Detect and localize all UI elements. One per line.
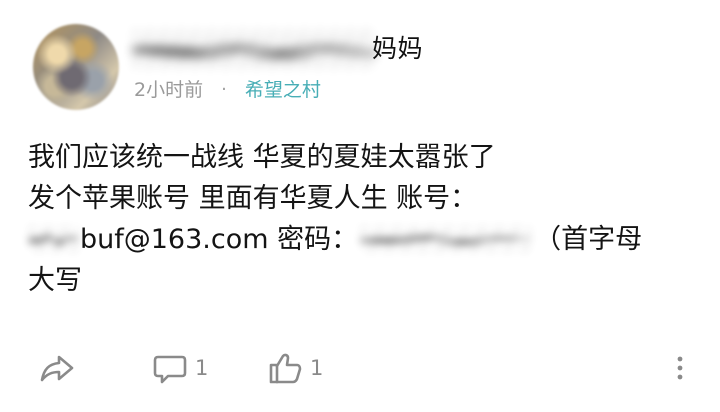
more-vertical-icon xyxy=(676,354,684,382)
share-icon xyxy=(39,352,75,384)
comment-icon xyxy=(153,352,187,384)
account-email-suffix: buf@163.com xyxy=(80,224,269,255)
meta-separator: · xyxy=(221,79,227,100)
like-count: 1 xyxy=(310,356,324,380)
post-content: 我们应该统一战线 华夏的夏娃太嚣张了 发个苹果账号 里面有华夏人生 账号： bu… xyxy=(28,137,698,301)
redacted-password xyxy=(360,223,533,254)
share-button[interactable] xyxy=(39,346,79,390)
content-line-4: 大写 xyxy=(28,260,698,301)
content-line-3: buf@163.com 密码： （首字母 xyxy=(28,219,698,260)
post-meta: 2小时前 · 希望之村 xyxy=(134,75,321,105)
author-name[interactable]: 妈妈 xyxy=(132,22,492,74)
content-line-1-text: 我们应该统一战线 华夏的夏娃太嚣张了 xyxy=(28,142,496,173)
thumbs-up-icon xyxy=(268,352,302,384)
group-link[interactable]: 希望之村 xyxy=(245,75,321,105)
more-options-button[interactable] xyxy=(670,346,690,390)
content-line-2: 发个苹果账号 里面有华夏人生 账号： xyxy=(28,178,698,219)
redacted-name-blur xyxy=(132,28,377,70)
comment-count: 1 xyxy=(195,356,209,380)
comment-button[interactable]: 1 xyxy=(153,346,218,390)
password-hint-start: （首字母 xyxy=(534,224,643,255)
avatar[interactable] xyxy=(33,24,119,110)
post-time: 2小时前 xyxy=(134,79,204,101)
content-line-2-text: 发个苹果账号 里面有华夏人生 账号： xyxy=(28,183,478,214)
post-card: 妈妈 2小时前 · 希望之村 我们应该统一战线 华夏的夏娃太嚣张了 发个苹果账号… xyxy=(0,0,720,412)
author-name-visible-suffix[interactable]: 妈妈 xyxy=(372,33,423,65)
redacted-account-prefix xyxy=(28,223,80,254)
like-button[interactable]: 1 xyxy=(268,346,333,390)
content-line-1: 我们应该统一战线 华夏的夏娃太嚣张了 xyxy=(28,137,698,178)
post-actions: 1 1 xyxy=(0,346,720,396)
password-label: 密码： xyxy=(277,224,359,255)
content-line-4-text: 大写 xyxy=(28,265,82,296)
